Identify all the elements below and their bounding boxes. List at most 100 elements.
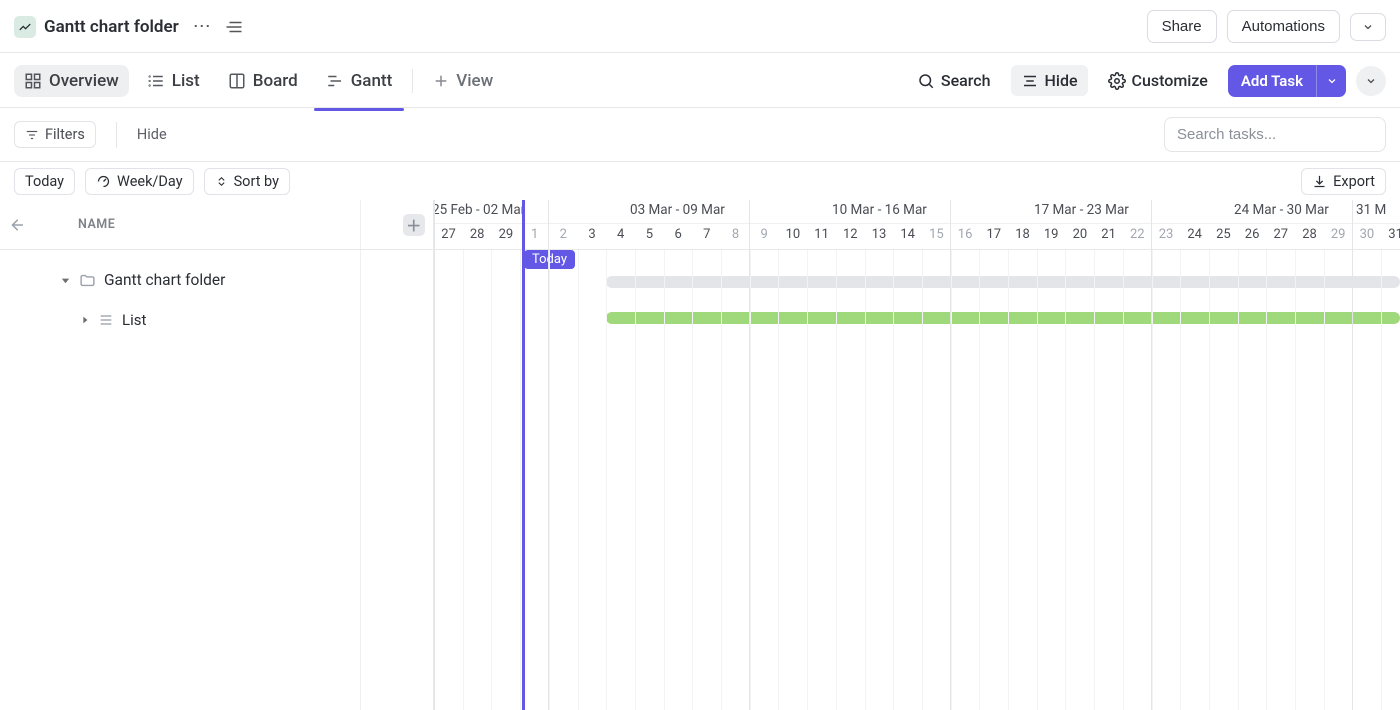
board-icon — [228, 72, 246, 90]
day-header: 8 — [721, 227, 750, 242]
sort-button[interactable]: Sort by — [204, 168, 290, 195]
day-header: 29 — [1324, 227, 1353, 242]
list-icon — [147, 72, 165, 90]
day-header: 31 — [1381, 227, 1400, 242]
day-header: 4 — [606, 227, 635, 242]
search-icon — [917, 72, 935, 90]
sort-label: Sort by — [234, 173, 279, 190]
filters-chip[interactable]: Filters — [14, 121, 96, 148]
day-header: 22 — [1123, 227, 1152, 242]
filter-icon — [25, 128, 39, 142]
tab-gantt[interactable]: Gantt — [316, 65, 403, 97]
day-header: 2 — [549, 227, 578, 242]
grid-icon — [24, 72, 42, 90]
day-header: 7 — [692, 227, 721, 242]
plus-icon — [433, 73, 449, 89]
day-header: 13 — [865, 227, 894, 242]
search-button[interactable]: Search — [907, 65, 1001, 96]
week-range: 03 Mar - 09 Mar — [630, 202, 725, 218]
day-header: 12 — [836, 227, 865, 242]
today-label: Today — [25, 173, 64, 190]
chevron-down-icon — [1365, 75, 1377, 87]
export-label: Export — [1333, 173, 1375, 190]
customize-button[interactable]: Customize — [1098, 65, 1218, 96]
add-view-button[interactable]: View — [423, 65, 503, 97]
gantt-icon — [326, 72, 344, 90]
day-header: 24 — [1180, 227, 1209, 242]
add-task-split[interactable] — [1316, 65, 1346, 97]
hide-button[interactable]: Hide — [1011, 65, 1088, 96]
tree-folder-label: Gantt chart folder — [104, 271, 225, 289]
gear-icon — [1108, 72, 1126, 90]
tab-gantt-label: Gantt — [351, 71, 393, 91]
day-header: 18 — [1008, 227, 1037, 242]
today-button[interactable]: Today — [14, 168, 75, 195]
chevron-down-icon — [60, 275, 71, 286]
day-header: 28 — [463, 227, 492, 242]
automations-caret[interactable] — [1350, 13, 1386, 41]
day-header: 19 — [1037, 227, 1066, 242]
day-header: 20 — [1065, 227, 1094, 242]
tree-list-row[interactable]: List — [0, 300, 433, 340]
folder-chart-icon — [14, 16, 36, 38]
page-title: Gantt chart folder — [44, 17, 179, 37]
tree-folder-row[interactable]: Gantt chart folder — [0, 260, 433, 300]
day-header: 26 — [1238, 227, 1267, 242]
bar-task[interactable] — [606, 312, 1400, 324]
hide-columns-button[interactable]: Hide — [137, 126, 167, 143]
expand-menu-button[interactable] — [1356, 66, 1386, 96]
day-header: 3 — [578, 227, 607, 242]
chevron-down-icon — [1362, 21, 1374, 33]
day-header: 21 — [1094, 227, 1123, 242]
name-header: NAME — [78, 217, 115, 232]
today-line — [522, 200, 525, 710]
day-header: 5 — [635, 227, 664, 242]
list-outline-icon — [98, 312, 114, 328]
add-task-button[interactable]: Add Task — [1228, 65, 1316, 97]
share-button[interactable]: Share — [1147, 10, 1217, 43]
bar-summary[interactable] — [606, 276, 1400, 288]
zoom-button[interactable]: Week/Day — [85, 168, 194, 195]
day-header: 28 — [1295, 227, 1324, 242]
week-range: 24 Mar - 30 Mar — [1234, 202, 1329, 218]
chevron-right-icon — [80, 315, 90, 325]
tab-overview[interactable]: Overview — [14, 65, 129, 97]
sort-icon — [215, 175, 228, 188]
chevron-down-icon — [1326, 75, 1338, 87]
search-label: Search — [941, 71, 991, 90]
tab-board[interactable]: Board — [218, 65, 308, 97]
week-range: 31 M — [1356, 202, 1386, 218]
day-header: 17 — [979, 227, 1008, 242]
week-range: 25 Feb - 02 Mar — [434, 202, 525, 218]
day-header: 9 — [750, 227, 779, 242]
day-header: 14 — [893, 227, 922, 242]
week-range: 17 Mar - 23 Mar — [1034, 202, 1129, 218]
tab-board-label: Board — [253, 71, 298, 91]
tree-list-label: List — [122, 311, 146, 329]
add-column-button[interactable]: ＋ — [403, 214, 425, 236]
collapse-tree-icon[interactable] — [8, 216, 26, 234]
day-header: 27 — [1266, 227, 1295, 242]
gauge-icon — [96, 174, 111, 189]
task-tree-panel: NAME ＋ Gantt chart folder List — [0, 200, 434, 710]
zoom-label: Week/Day — [117, 173, 183, 190]
tab-list[interactable]: List — [137, 65, 210, 97]
day-header: 15 — [922, 227, 951, 242]
week-range: 10 Mar - 16 Mar — [832, 202, 927, 218]
search-tasks-input[interactable] — [1164, 117, 1386, 152]
outline-icon[interactable] — [225, 19, 243, 35]
automations-label: Automations — [1242, 18, 1325, 35]
day-header: 30 — [1352, 227, 1381, 242]
add-view-label: View — [456, 71, 493, 91]
tab-list-label: List — [172, 71, 200, 91]
customize-label: Customize — [1132, 71, 1208, 90]
tab-overview-label: Overview — [49, 71, 119, 91]
columns-icon — [1021, 72, 1039, 90]
filters-label: Filters — [45, 126, 85, 143]
day-header: 6 — [664, 227, 693, 242]
download-icon — [1312, 174, 1327, 189]
export-button[interactable]: Export — [1301, 168, 1386, 195]
day-header: 11 — [807, 227, 836, 242]
more-icon[interactable]: ⋯ — [193, 16, 211, 37]
automations-button[interactable]: Automations — [1227, 10, 1340, 43]
